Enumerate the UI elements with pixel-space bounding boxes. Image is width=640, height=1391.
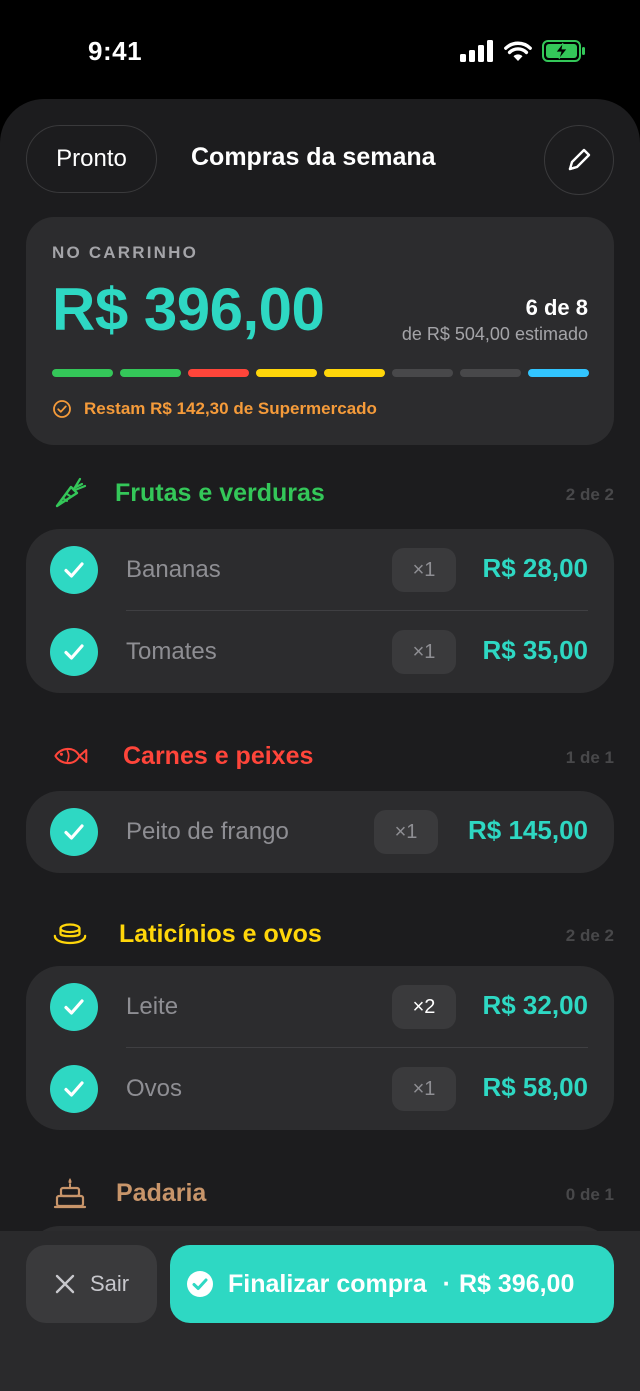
section-header-padaria: Padaria 0 de 1 xyxy=(26,1173,614,1213)
edit-button[interactable] xyxy=(544,125,614,195)
progress-segments xyxy=(52,369,589,377)
finish-purchase-button[interactable]: Finalizar compra · R$ 396,00 xyxy=(170,1245,614,1323)
pencil-icon xyxy=(568,148,591,171)
checkbox-checked[interactable] xyxy=(50,808,98,856)
item-name: Bananas xyxy=(126,556,221,583)
status-bar: 9:41 xyxy=(0,0,640,100)
status-time: 9:41 xyxy=(88,36,143,66)
finish-total: R$ 396,00 xyxy=(459,1269,575,1298)
quantity-badge[interactable]: ×2 xyxy=(392,985,456,1029)
item-name: Peito de frango xyxy=(126,818,289,845)
wifi-icon xyxy=(504,41,532,61)
quantity-badge[interactable]: ×1 xyxy=(374,810,438,854)
list-item[interactable]: Ovos ×1 R$ 58,00 xyxy=(26,1048,614,1130)
cart-summary-card: NO CARRINHO R$ 396,00 6 de 8 de R$ 504,0… xyxy=(26,217,614,445)
progress-segment xyxy=(188,369,249,377)
estimate-text: de R$ 504,00 estimado xyxy=(401,324,588,344)
checkmark-icon xyxy=(64,644,84,660)
done-button[interactable]: Pronto xyxy=(26,125,157,193)
remaining-budget: Restam R$ 142,30 de Supermercado xyxy=(52,399,377,419)
progress-segment xyxy=(392,369,453,377)
item-price: R$ 145,00 xyxy=(468,815,588,845)
cheese-icon xyxy=(52,916,88,952)
progress-segment xyxy=(528,369,589,377)
status-icons xyxy=(460,40,586,62)
section-header-carnes: Carnes e peixes 1 de 1 xyxy=(26,736,614,776)
item-price: R$ 32,00 xyxy=(482,990,588,1020)
item-price: R$ 35,00 xyxy=(482,635,588,665)
progress-segment xyxy=(256,369,317,377)
section-title: Frutas e verduras xyxy=(115,479,325,507)
list-item[interactable]: Tomates ×1 R$ 35,00 xyxy=(26,611,614,693)
section-card-laticinios: Leite ×2 R$ 32,00 Ovos ×1 R$ 58,00 xyxy=(26,966,614,1130)
cake-icon xyxy=(52,1175,88,1211)
checkmark-icon xyxy=(64,1081,84,1097)
quantity-badge[interactable]: ×1 xyxy=(392,1067,456,1111)
checkbox-checked[interactable] xyxy=(50,546,98,594)
section-title: Padaria xyxy=(116,1179,207,1207)
progress-segment xyxy=(120,369,181,377)
item-name: Ovos xyxy=(126,1075,183,1102)
finish-separator: · xyxy=(442,1269,451,1298)
section-card-carnes: Peito de frango ×1 R$ 145,00 xyxy=(26,791,614,873)
quantity-badge[interactable]: ×1 xyxy=(392,548,456,592)
checkmark-icon xyxy=(64,562,84,578)
checkbox-checked[interactable] xyxy=(50,983,98,1031)
progress-segment xyxy=(460,369,521,377)
section-count: 0 de 1 xyxy=(565,1185,614,1204)
close-icon xyxy=(55,1274,75,1294)
checkbox-checked[interactable] xyxy=(50,1065,98,1113)
remaining-text: Restam R$ 142,30 de Supermercado xyxy=(84,399,377,418)
check-circle-icon xyxy=(187,1271,213,1297)
item-price: R$ 58,00 xyxy=(482,1072,588,1102)
section-title: Laticínios e ovos xyxy=(119,920,322,948)
progress-segment xyxy=(324,369,385,377)
battery-charging-icon xyxy=(542,40,585,62)
finish-label: Finalizar compra xyxy=(228,1269,427,1298)
checkmark-icon xyxy=(64,999,84,1015)
shopping-list-sheet: Pronto Compras da semana NO CARRINHO R$ … xyxy=(0,99,640,1391)
list-item[interactable]: Bananas ×1 R$ 28,00 xyxy=(26,529,614,611)
cart-label: NO CARRINHO xyxy=(52,243,199,262)
section-header-laticinios: Laticínios e ovos 2 de 2 xyxy=(26,914,614,954)
section-title: Carnes e peixes xyxy=(123,742,314,770)
checkbox-checked[interactable] xyxy=(50,628,98,676)
section-card-frutas: Bananas ×1 R$ 28,00 Tomates ×1 R$ 35,00 xyxy=(26,529,614,693)
section-count: 1 de 1 xyxy=(565,748,614,767)
page-title: Compras da semana xyxy=(191,143,436,171)
nav-bar: Pronto Compras da semana xyxy=(0,99,640,219)
section-header-frutas: Frutas e verduras 2 de 2 xyxy=(26,473,614,513)
section-count: 2 de 2 xyxy=(565,926,614,945)
quantity-badge[interactable]: ×1 xyxy=(392,630,456,674)
section-count: 2 de 2 xyxy=(565,485,614,504)
cellular-signal-icon xyxy=(460,40,493,62)
item-name: Tomates xyxy=(126,638,217,665)
progress-segment xyxy=(52,369,113,377)
fish-icon xyxy=(52,738,88,774)
exit-button[interactable]: Sair xyxy=(26,1245,157,1323)
list-item[interactable]: Peito de frango ×1 R$ 145,00 xyxy=(26,791,614,873)
items-count: 6 de 8 xyxy=(525,295,588,320)
cart-total: R$ 396,00 xyxy=(52,276,325,343)
exit-label: Sair xyxy=(89,1271,130,1296)
bottom-action-bar: Sair Finalizar compra · R$ 396,00 xyxy=(0,1231,640,1391)
item-price: R$ 28,00 xyxy=(482,553,588,583)
list-item[interactable]: Leite ×2 R$ 32,00 xyxy=(26,966,614,1048)
check-circle-icon xyxy=(53,400,71,418)
item-name: Leite xyxy=(126,993,179,1020)
carrot-icon xyxy=(52,475,88,511)
checkmark-icon xyxy=(64,824,84,840)
